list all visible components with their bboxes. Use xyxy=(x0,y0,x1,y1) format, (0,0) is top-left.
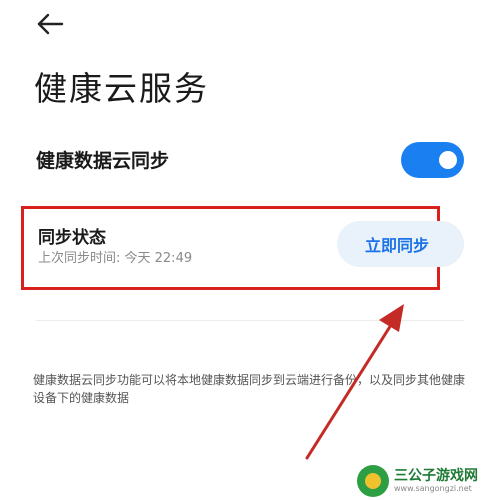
watermark-logo-icon xyxy=(357,465,389,497)
cloud-sync-row: 健康数据云同步 xyxy=(36,140,466,180)
arrow-left-icon xyxy=(37,13,64,35)
divider xyxy=(36,320,464,321)
sync-status-title: 同步状态 xyxy=(38,228,106,248)
back-button[interactable] xyxy=(30,6,70,42)
toggle-knob xyxy=(439,151,457,169)
last-sync-time: 上次同步时间: 今天 22:49 xyxy=(38,251,193,266)
watermark-url: www.sangongzi.net xyxy=(394,484,472,493)
sync-now-button[interactable]: 立即同步 xyxy=(337,221,464,267)
sync-description: 健康数据云同步功能可以将本地健康数据同步到云端进行备份，以及同步其他健康设备下的… xyxy=(33,373,466,405)
cloud-sync-label: 健康数据云同步 xyxy=(36,150,170,172)
cloud-sync-toggle[interactable] xyxy=(401,142,464,178)
site-watermark: 三公子游戏网 www.sangongzi.net xyxy=(355,462,500,500)
page-title: 健康云服务 xyxy=(34,69,209,108)
watermark-name: 三公子游戏网 xyxy=(394,468,478,484)
